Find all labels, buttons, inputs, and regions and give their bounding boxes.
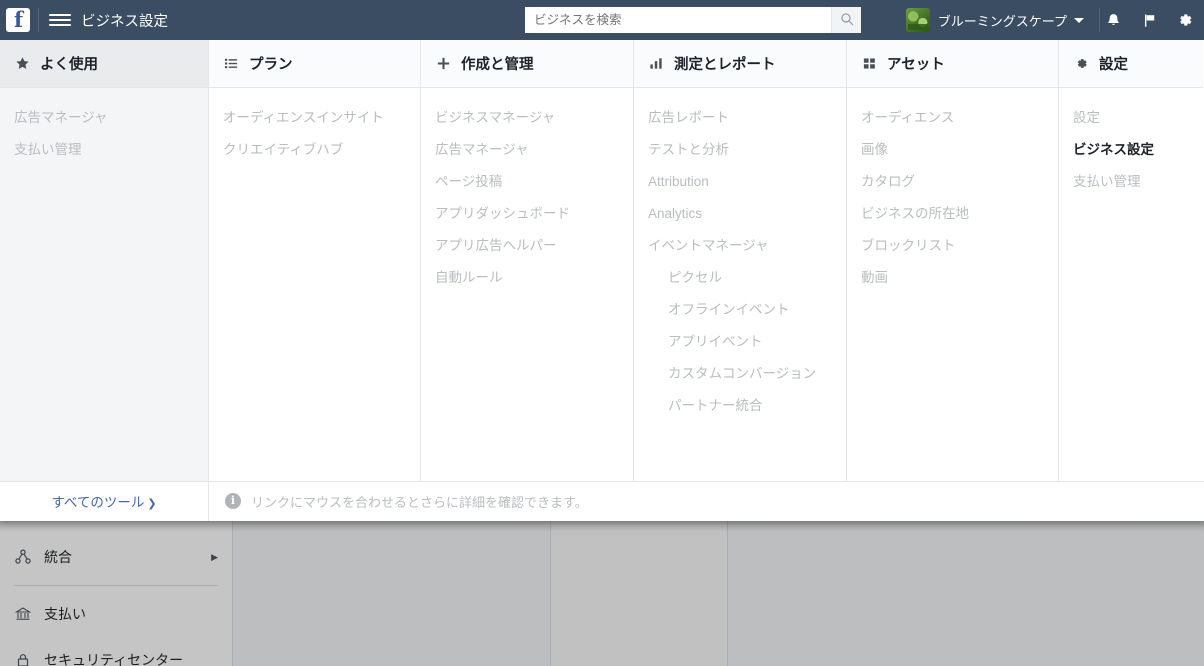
info-icon: i <box>225 493 241 509</box>
menu-column-measure-report: 測定とレポート 広告レポート テストと分析 Attribution Analyt… <box>633 40 846 481</box>
top-navigation-bar: f ビジネス設定 ブルーミングスケープ <box>0 0 1204 40</box>
hint-text: リンクにマウスを合わせるとさらに詳細を確認できます。 <box>251 494 588 510</box>
menu-item[interactable]: カタログ <box>847 166 1058 198</box>
menu-item[interactable]: テストと分析 <box>634 134 846 166</box>
column-header-settings: 設定 <box>1059 40 1203 88</box>
chevron-down-icon <box>1074 17 1084 23</box>
column-items-favorites: 広告マネージャ 支払い管理 <box>0 88 208 481</box>
menu-column-plan: プラン オーディエンスインサイト クリエイティブハブ <box>208 40 420 481</box>
menu-subitem[interactable]: カスタムコンバージョン <box>634 358 846 390</box>
page-title: ビジネス設定 <box>81 13 168 30</box>
menu-item[interactable]: 設定 <box>1059 102 1203 134</box>
menu-item[interactable]: 広告レポート <box>634 102 846 134</box>
chevron-right-icon: ❯ <box>147 498 157 510</box>
menu-item[interactable]: ブロックリスト <box>847 230 1058 262</box>
flag-icon[interactable] <box>1138 9 1160 31</box>
column-header-label: アセット <box>887 57 945 73</box>
menu-item[interactable]: ビジネスマネージャ <box>421 102 633 134</box>
menu-item[interactable]: アプリダッシュボード <box>421 198 633 230</box>
topbar-divider-2 <box>1099 8 1100 32</box>
menu-item-active[interactable]: ビジネス設定 <box>1059 134 1203 166</box>
menu-item[interactable]: 自動ルール <box>421 262 633 294</box>
menu-subitem[interactable]: パートナー統合 <box>634 390 846 422</box>
menu-footer: すべてのツール ❯ i リンクにマウスを合わせるとさらに詳細を確認できます。 <box>0 481 1204 521</box>
menu-item[interactable]: Attribution <box>634 166 846 198</box>
search-button[interactable] <box>831 7 861 33</box>
search-box[interactable] <box>525 7 861 33</box>
list-icon <box>223 56 239 72</box>
menu-column-assets: アセット オーディエンス 画像 カタログ ビジネスの所在地 ブロックリスト 動画 <box>846 40 1058 481</box>
menu-column-settings: 設定 設定 ビジネス設定 支払い管理 <box>1058 40 1203 481</box>
menu-columns: よく使用 広告マネージャ 支払い管理 プラン オーディエンスインサイト クリエイ… <box>0 40 1204 481</box>
bell-icon[interactable] <box>1102 9 1124 31</box>
dim-overlay[interactable] <box>0 520 1204 666</box>
avatar <box>905 8 930 32</box>
gear-icon[interactable] <box>1174 9 1196 31</box>
business-settings-page: 統合 ▶ 支払い セキュリティセンター f ビジネス設定 ビジネスを検索 ブルー… <box>0 0 1204 666</box>
menu-subitem[interactable]: オフラインイベント <box>634 294 846 326</box>
menu-item[interactable]: オーディエンスインサイト <box>209 102 420 134</box>
menu-item[interactable]: イベントマネージャ <box>634 230 846 262</box>
column-header-plan: プラン <box>209 40 420 88</box>
column-items-settings: 設定 ビジネス設定 支払い管理 <box>1059 88 1203 198</box>
menu-item[interactable]: 支払い管理 <box>0 134 208 166</box>
hamburger-icon[interactable] <box>49 9 71 31</box>
column-header-measure-report: 測定とレポート <box>634 40 846 88</box>
all-tools-label: すべてのツール <box>51 495 145 510</box>
menu-item[interactable]: 支払い管理 <box>1059 166 1203 198</box>
column-header-label: プラン <box>249 57 293 73</box>
menu-column-create-manage: 作成と管理 ビジネスマネージャ 広告マネージャ ページ投稿 アプリダッシュボード… <box>420 40 633 481</box>
bar-chart-icon <box>648 56 664 72</box>
column-items-create-manage: ビジネスマネージャ 広告マネージャ ページ投稿 アプリダッシュボード アプリ広告… <box>421 88 633 294</box>
all-tools-link[interactable]: すべてのツール ❯ <box>0 491 208 511</box>
column-items-plan: オーディエンスインサイト クリエイティブハブ <box>209 88 420 166</box>
search-icon <box>840 12 854 29</box>
menu-subitem[interactable]: アプリイベント <box>634 326 846 358</box>
menu-item[interactable]: 動画 <box>847 262 1058 294</box>
facebook-logo-icon[interactable]: f <box>6 8 30 32</box>
grid-icon <box>861 56 877 72</box>
topbar-icon-group <box>1102 0 1196 40</box>
menu-item[interactable]: 広告マネージャ <box>0 102 208 134</box>
menu-item[interactable]: ビジネスの所在地 <box>847 198 1058 230</box>
account-name: ブルーミングスケープ <box>937 13 1067 29</box>
plus-icon <box>435 56 451 72</box>
menu-item[interactable]: ページ投稿 <box>421 166 633 198</box>
menu-item[interactable]: アプリ広告ヘルパー <box>421 230 633 262</box>
topbar-divider <box>38 8 39 32</box>
column-header-create-manage: 作成と管理 <box>421 40 633 88</box>
star-icon <box>14 56 30 72</box>
gear-icon <box>1073 56 1089 72</box>
menu-column-favorites: よく使用 広告マネージャ 支払い管理 <box>0 40 208 481</box>
menu-item[interactable]: クリエイティブハブ <box>209 134 420 166</box>
menu-item[interactable]: 広告マネージャ <box>421 134 633 166</box>
menu-drop-shadow <box>0 520 1204 532</box>
column-header-label: 測定とレポート <box>674 57 776 73</box>
menu-item[interactable]: 画像 <box>847 134 1058 166</box>
menu-subitem[interactable]: ピクセル <box>634 262 846 294</box>
column-header-label: よく使用 <box>40 57 98 73</box>
account-switcher[interactable]: ブルーミングスケープ <box>905 0 1084 40</box>
menu-hint: i リンクにマウスを合わせるとさらに詳細を確認できます。 <box>209 492 588 511</box>
column-header-label: 作成と管理 <box>461 57 534 73</box>
column-header-label: 設定 <box>1099 57 1128 73</box>
column-header-assets: アセット <box>847 40 1058 88</box>
menu-item[interactable]: Analytics <box>634 198 846 230</box>
column-items-assets: オーディエンス 画像 カタログ ビジネスの所在地 ブロックリスト 動画 <box>847 88 1058 294</box>
main-mega-menu: よく使用 広告マネージャ 支払い管理 プラン オーディエンスインサイト クリエイ… <box>0 32 1204 521</box>
search-input[interactable] <box>525 7 861 33</box>
menu-item[interactable]: オーディエンス <box>847 102 1058 134</box>
column-header-favorites: よく使用 <box>0 40 208 88</box>
column-items-measure-report: 広告レポート テストと分析 Attribution Analytics イベント… <box>634 88 846 422</box>
